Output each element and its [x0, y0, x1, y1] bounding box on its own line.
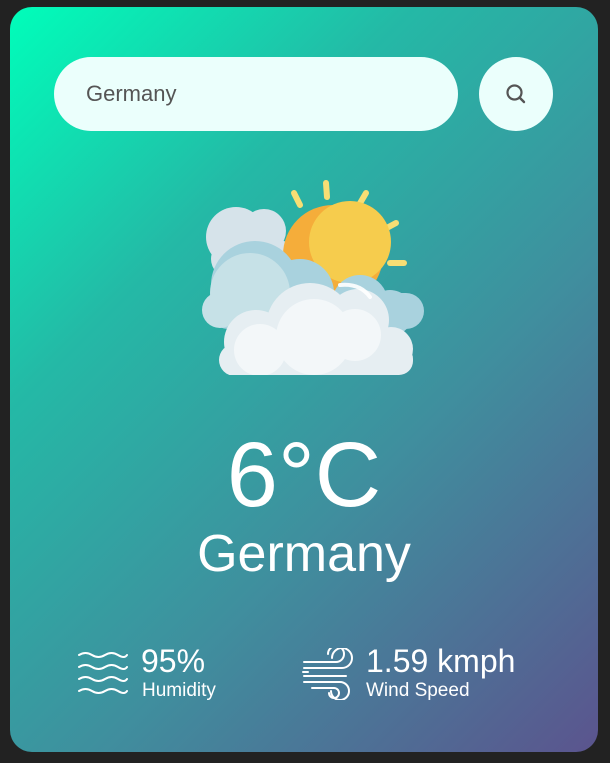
weather-card: 6°C Germany 95% Humidity 1.59 kmph Wind …	[10, 7, 598, 752]
search-input[interactable]	[54, 57, 458, 131]
sun-behind-clouds-icon	[202, 180, 424, 375]
wind-speed-label: Wind Speed	[366, 680, 470, 701]
temperature: 6°C	[226, 424, 382, 526]
humidity-value: 95%	[141, 643, 206, 679]
wind-icon	[302, 648, 353, 700]
humidity-waves-icon	[78, 652, 128, 694]
search-icon	[506, 84, 526, 104]
humidity-label: Humidity	[142, 680, 216, 701]
wind-speed-value: 1.59 kmph	[366, 643, 516, 679]
city-name: Germany	[197, 525, 411, 583]
search-button[interactable]	[479, 57, 553, 131]
